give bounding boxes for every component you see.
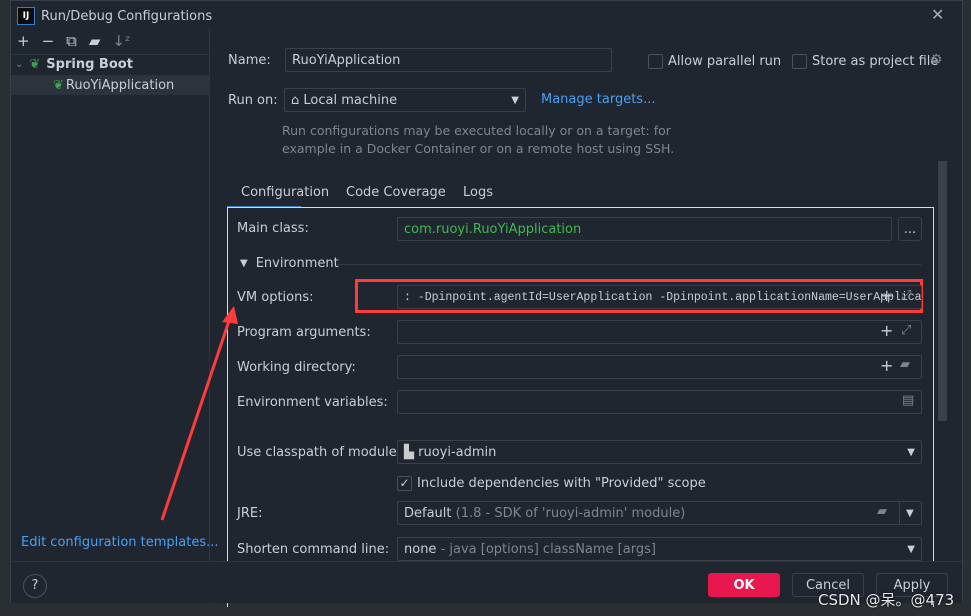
annotation-arrow xyxy=(160,306,238,521)
watermark: CSDN @呆。@473 xyxy=(818,591,955,609)
